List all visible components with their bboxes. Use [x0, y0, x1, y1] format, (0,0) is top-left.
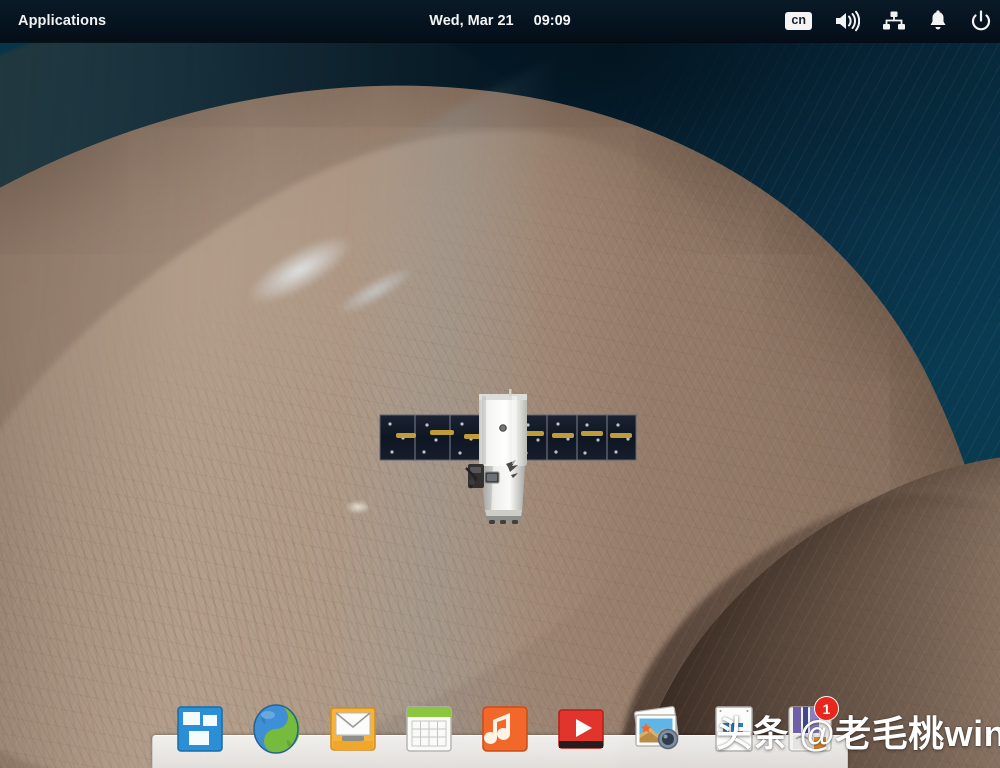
system-tray: cn — [785, 0, 992, 42]
clock-button[interactable]: Wed, Mar 21 09:09 — [350, 13, 650, 29]
photos-icon — [630, 702, 684, 756]
play-video-icon — [555, 703, 607, 755]
top-panel: Applications Wed, Mar 21 09:09 cn — [0, 0, 1000, 42]
dock-item-web-browser[interactable] — [238, 698, 314, 760]
dock-item-window-tiling[interactable] — [162, 698, 238, 760]
input-method-label: cn — [785, 12, 812, 30]
applications-menu-label: Applications — [18, 13, 106, 29]
input-method-indicator[interactable]: cn — [785, 12, 812, 30]
clock-time: 09:09 — [534, 13, 571, 29]
dock-item-documents[interactable] — [696, 698, 772, 760]
spacecraft-graphic — [372, 382, 640, 527]
dock-item-photos[interactable] — [619, 698, 695, 760]
solar-array-right — [518, 415, 636, 460]
dock-item-calendar[interactable] — [391, 698, 467, 760]
dock-item-mail[interactable] — [314, 698, 390, 760]
dock-item-music[interactable] — [467, 698, 543, 760]
terrain-bright-spot — [345, 500, 371, 514]
network-icon[interactable] — [882, 10, 906, 32]
document-icon — [709, 703, 759, 755]
power-icon[interactable] — [970, 10, 992, 32]
files-notification-badge: 1 — [814, 696, 839, 721]
dock-icon-strip: 1 — [152, 698, 848, 768]
music-note-icon — [479, 703, 531, 755]
berthing-hardware — [466, 464, 484, 488]
windows-tile-icon — [174, 703, 226, 755]
envelope-mail-icon — [327, 703, 379, 755]
dock-item-files[interactable]: 1 — [772, 698, 848, 760]
globe-browser-icon — [249, 702, 303, 756]
clock-date: Wed, Mar 21 — [429, 13, 513, 29]
notifications-bell-icon[interactable] — [928, 10, 948, 32]
volume-icon[interactable] — [834, 10, 860, 32]
dock-item-video[interactable] — [543, 698, 619, 760]
applications-menu-button[interactable]: Applications — [10, 9, 114, 33]
calendar-icon — [403, 703, 455, 755]
